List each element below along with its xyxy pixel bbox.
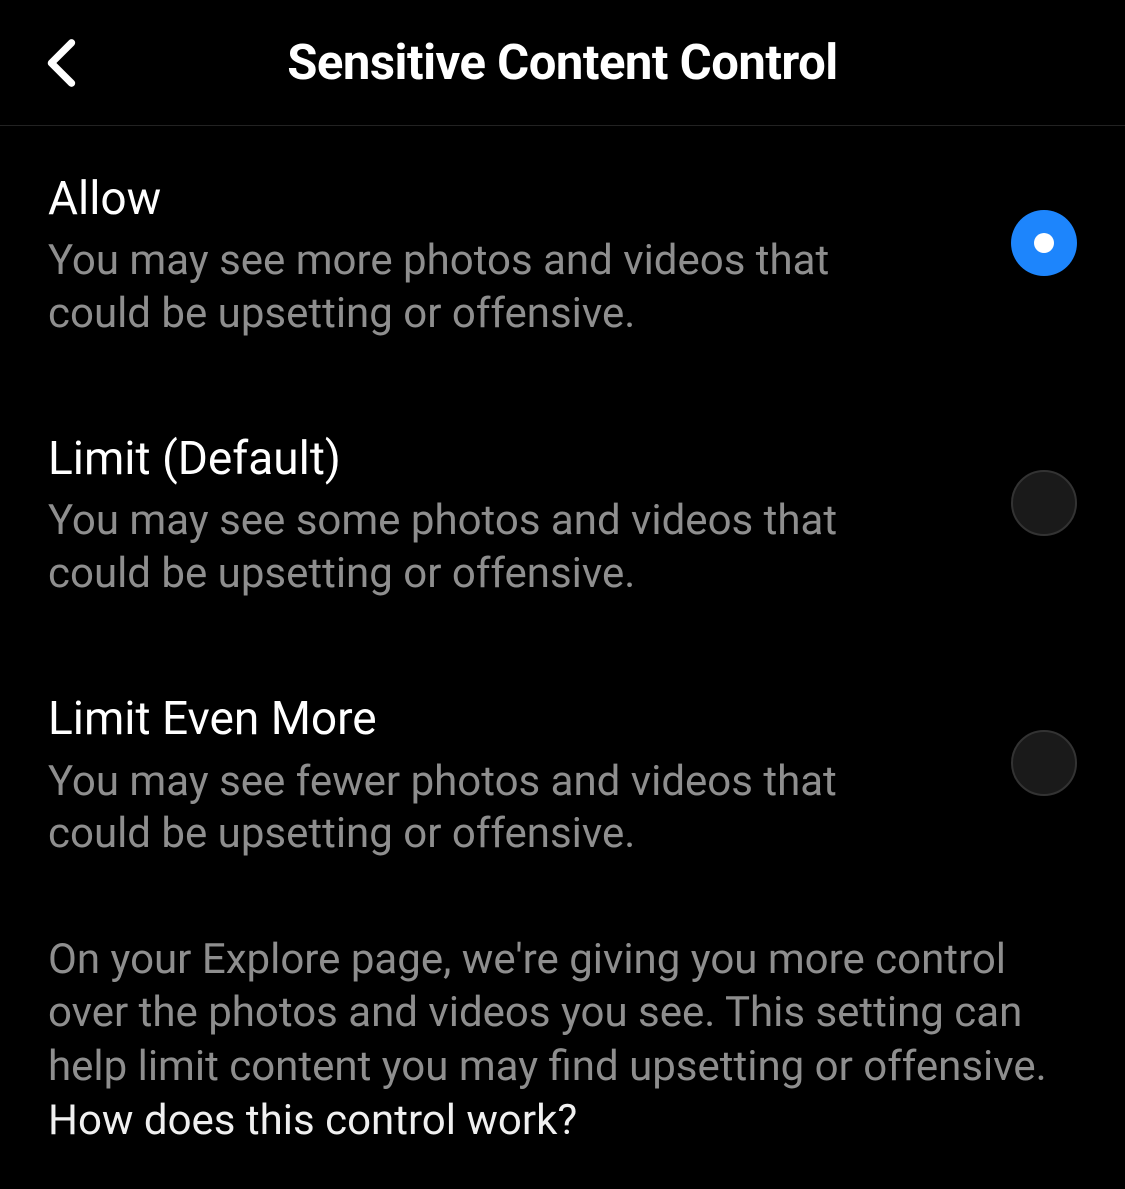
option-description: You may see fewer photos and videos that… [48, 756, 878, 861]
chevron-left-icon [42, 37, 78, 89]
footer-text: On your Explore page, we're giving you m… [48, 933, 1077, 1148]
option-title: Limit Even More [48, 692, 971, 747]
option-title: Allow [48, 172, 971, 227]
back-button[interactable] [30, 33, 90, 93]
option-text: Allow You may see more photos and videos… [48, 172, 1011, 340]
option-limit-default[interactable]: Limit (Default) You may see some photos … [48, 432, 1077, 600]
radio-limit-default[interactable] [1011, 470, 1077, 536]
header: Sensitive Content Control [0, 0, 1125, 126]
option-description: You may see more photos and videos that … [48, 235, 878, 340]
footer-description: On your Explore page, we're giving you m… [48, 935, 1047, 1092]
option-limit-even-more[interactable]: Limit Even More You may see fewer photos… [48, 692, 1077, 860]
radio-allow[interactable] [1011, 210, 1077, 276]
radio-limit-even-more[interactable] [1011, 730, 1077, 796]
option-description: You may see some photos and videos that … [48, 495, 878, 600]
page-title: Sensitive Content Control [0, 34, 1125, 91]
option-title: Limit (Default) [48, 432, 971, 487]
content: Allow You may see more photos and videos… [0, 126, 1125, 1148]
how-does-this-work-link[interactable]: How does this control work? [48, 1096, 577, 1145]
option-text: Limit (Default) You may see some photos … [48, 432, 1011, 600]
option-allow[interactable]: Allow You may see more photos and videos… [48, 172, 1077, 340]
option-text: Limit Even More You may see fewer photos… [48, 692, 1011, 860]
